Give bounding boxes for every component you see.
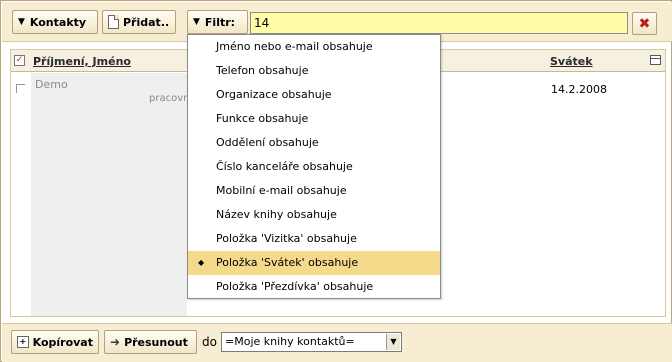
address-book-value: =Moje knihy kontaktů= (225, 335, 355, 348)
filter-option-organization[interactable]: Organizace obsahuje (188, 83, 440, 107)
move-button[interactable]: ➜ Přesunout (104, 330, 197, 354)
column-header-name[interactable]: Příjmení, Jméno (33, 55, 131, 68)
contacts-button[interactable]: ▼ Kontakty (12, 10, 98, 34)
filter-option-function[interactable]: Funkce obsahuje (188, 107, 440, 131)
contact-subtitle: pracovn (149, 93, 190, 104)
filter-label: Filtr: (204, 15, 236, 29)
chevron-down-icon[interactable]: ▼ (386, 334, 400, 350)
filter-option-svatek[interactable]: ◆ Položka 'Svátek' obsahuje (188, 251, 440, 275)
contact-name[interactable]: Demo (35, 78, 68, 91)
copy-button-label: Kopírovat (32, 335, 93, 349)
contacts-button-label: Kontakty (29, 15, 87, 29)
target-label: do (202, 335, 217, 349)
chevron-down-icon: ▼ (18, 17, 25, 27)
filter-option-mobile-email[interactable]: Mobilní e-mail obsahuje (188, 179, 440, 203)
main-window: ▼ Kontakty Přidat.. ▼ Filtr: 14 ✖ ✓ Příj… (0, 0, 672, 362)
close-icon: ✖ (638, 15, 651, 32)
address-book-select[interactable]: =Moje knihy kontaktů= ▼ (221, 332, 402, 352)
chevron-down-icon: ▼ (193, 17, 200, 27)
filter-option-vizitka[interactable]: Položka 'Vizitka' obsahuje (188, 227, 440, 251)
new-document-icon (108, 15, 119, 29)
select-all-checkbox[interactable]: ✓ (14, 55, 25, 66)
filter-option-office-number[interactable]: Číslo kanceláře obsahuje (188, 155, 440, 179)
filter-type-button[interactable]: ▼ Filtr: (187, 10, 248, 34)
filter-input[interactable]: 14 (250, 12, 628, 34)
column-settings-icon[interactable] (650, 55, 661, 65)
filter-option-department[interactable]: Oddělení obsahuje (188, 131, 440, 155)
filter-type-dropdown: Jméno nebo e-mail obsahuje Telefon obsah… (187, 34, 441, 299)
filter-option-phone[interactable]: Telefon obsahuje (188, 59, 440, 83)
filter-option-book-name[interactable]: Název knihy obsahuje (188, 203, 440, 227)
column-header-holiday[interactable]: Svátek (550, 55, 593, 68)
copy-button[interactable]: + Kopírovat (11, 330, 99, 354)
filter-option-name-email[interactable]: Jméno nebo e-mail obsahuje (188, 35, 440, 59)
add-button-label: Přidat.. (123, 15, 170, 29)
filter-option-nickname[interactable]: Položka 'Přezdívka' obsahuje (188, 275, 440, 299)
bottom-toolbar: + Kopírovat ➜ Přesunout do =Moje knihy k… (2, 323, 672, 362)
clear-filter-button[interactable]: ✖ (632, 12, 657, 35)
arrow-right-icon: ➜ (110, 335, 121, 349)
row-checkbox[interactable] (16, 84, 25, 93)
contact-holiday: 14.2.2008 (551, 83, 607, 96)
move-button-label: Přesunout (124, 335, 188, 349)
add-button[interactable]: Přidat.. (102, 10, 176, 34)
name-column-shade (31, 73, 187, 316)
copy-icon: + (17, 336, 29, 348)
selected-bullet-icon: ◆ (198, 258, 205, 267)
